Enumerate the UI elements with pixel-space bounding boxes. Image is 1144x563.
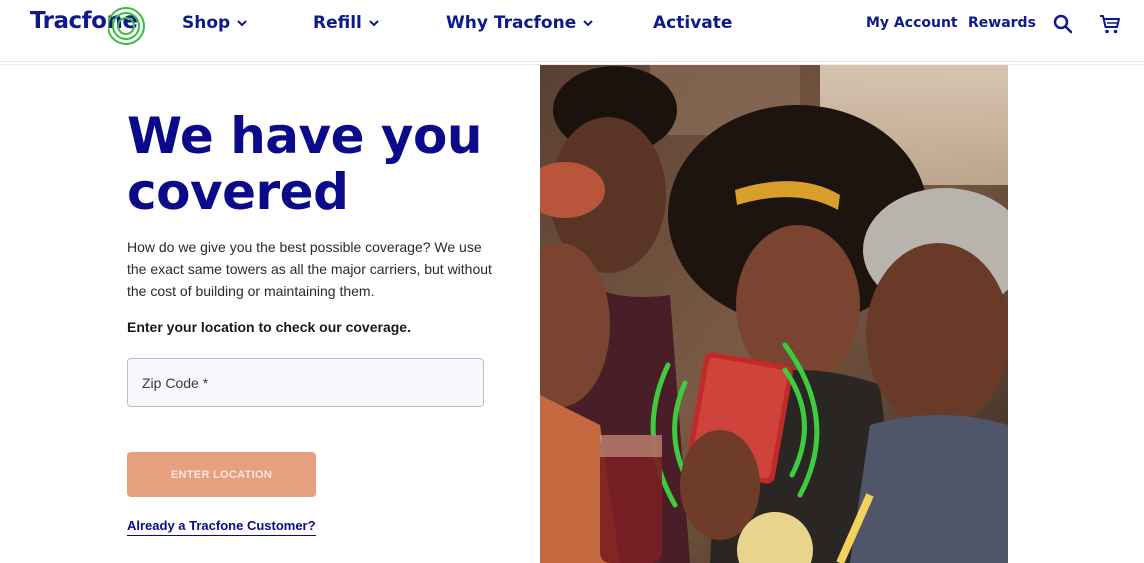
- enter-location-button[interactable]: ENTER LOCATION: [127, 452, 316, 497]
- cart-icon[interactable]: [1098, 12, 1122, 36]
- zip-code-field[interactable]: [127, 358, 484, 407]
- nav-activate[interactable]: Activate: [653, 11, 732, 35]
- hero-photo-illustration: [540, 65, 1008, 563]
- page-title: We have you covered: [127, 108, 517, 220]
- site-header: Tracfone Shop Refill Why Tracfone Activa…: [0, 0, 1144, 62]
- signal-rings-icon: [108, 7, 145, 45]
- nav-why-tracfone-label: Why Tracfone: [446, 13, 577, 33]
- nav-shop[interactable]: Shop: [182, 11, 248, 35]
- nav-shop-label: Shop: [182, 13, 231, 33]
- title-line-1: We have you: [127, 107, 482, 165]
- hero-description: How do we give you the best possible cov…: [127, 239, 492, 299]
- chevron-down-icon: [369, 20, 379, 27]
- nav-refill[interactable]: Refill: [313, 11, 380, 35]
- my-account-link[interactable]: My Account: [866, 15, 958, 31]
- search-icon[interactable]: [1051, 12, 1075, 36]
- nav-activate-label: Activate: [653, 13, 733, 33]
- rewards-link[interactable]: Rewards: [968, 15, 1036, 31]
- title-line-2: covered: [127, 163, 349, 221]
- existing-customer-link[interactable]: Already a Tracfone Customer?: [127, 518, 316, 536]
- tracfone-logo[interactable]: Tracfone: [30, 6, 148, 48]
- nav-why-tracfone[interactable]: Why Tracfone: [446, 11, 594, 35]
- hero-photo-friends-with-phone: [540, 65, 1008, 563]
- chevron-down-icon: [237, 20, 247, 27]
- chevron-down-icon: [583, 20, 593, 27]
- zip-code-input[interactable]: [142, 374, 469, 391]
- coverage-prompt: Enter your location to check our coverag…: [127, 319, 411, 335]
- nav-refill-label: Refill: [313, 13, 362, 33]
